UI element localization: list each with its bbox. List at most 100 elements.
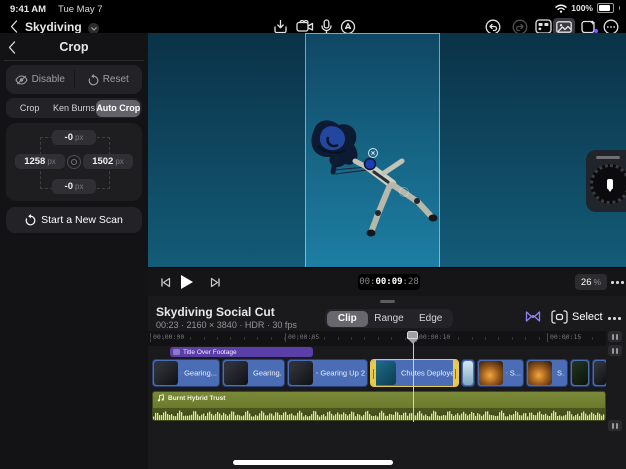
crop-panel: Crop Disable Reset Crop Ken Burns Auto C… bbox=[0, 33, 149, 469]
timeline-drag-handle[interactable] bbox=[380, 300, 395, 303]
clip-thumbnail bbox=[154, 361, 178, 385]
status-date: Tue May 7 bbox=[58, 4, 103, 15]
clip-label: Gearing... bbox=[181, 369, 217, 378]
timeline-clip[interactable] bbox=[570, 359, 590, 387]
ruler-minor-tick bbox=[203, 337, 205, 340]
tab-auto-crop[interactable]: Auto Crop bbox=[96, 99, 141, 117]
crop-left-field[interactable]: 1258 px bbox=[15, 154, 65, 169]
title-clip[interactable]: Title Over Footage bbox=[170, 347, 313, 357]
ruler-minor-tick bbox=[217, 337, 218, 340]
disable-button[interactable]: Disable bbox=[6, 65, 74, 94]
playhead-handle[interactable] bbox=[407, 331, 418, 344]
photo-icon bbox=[556, 20, 572, 33]
timeline-clip[interactable]: Gearing Up 2 bbox=[287, 359, 368, 387]
ruler-minor-tick bbox=[578, 337, 580, 340]
crop-top-field[interactable]: -0 px bbox=[52, 130, 96, 145]
ruler-minor-tick bbox=[364, 337, 366, 340]
ruler-minor-tick bbox=[418, 337, 419, 340]
tab-edge[interactable]: Edge bbox=[410, 311, 452, 327]
clip-settings-icon[interactable] bbox=[535, 19, 552, 34]
ruler-tick: 00:00:00 bbox=[150, 333, 184, 342]
camera-icon[interactable] bbox=[296, 19, 314, 34]
ruler-minor-tick bbox=[565, 337, 567, 340]
track-control-icon[interactable] bbox=[608, 331, 622, 342]
crop-bottom-value: -0 bbox=[64, 181, 73, 192]
import-icon[interactable] bbox=[273, 19, 288, 34]
track-control-icon[interactable] bbox=[608, 420, 622, 431]
clip-label: Gearing... bbox=[253, 368, 282, 378]
timeline-clip[interactable]: Chutes Deployed bbox=[370, 359, 459, 387]
timeline-clip[interactable] bbox=[592, 359, 606, 387]
unit-label: px bbox=[75, 182, 84, 191]
disable-label: Disable bbox=[31, 74, 65, 85]
timeline-clip[interactable]: Gearing... bbox=[222, 359, 285, 387]
unit-label: px bbox=[47, 157, 56, 166]
ruler-minor-tick bbox=[485, 337, 486, 340]
jog-wheel[interactable] bbox=[590, 164, 626, 204]
audio-clip-label: Burnt Hybrid Trust bbox=[168, 394, 226, 402]
viewer-more-button[interactable] bbox=[611, 281, 624, 284]
ruler-minor-tick bbox=[163, 337, 165, 340]
viewer[interactable] bbox=[148, 33, 626, 267]
disable-reset-group: Disable Reset bbox=[6, 65, 142, 94]
reset-button[interactable]: Reset bbox=[75, 65, 143, 94]
timeline-title: Skydiving Social Cut bbox=[156, 305, 275, 319]
zoom-value: 26 bbox=[580, 276, 592, 288]
ruler-tick: 00:00:05 bbox=[285, 333, 319, 342]
tab-crop[interactable]: Crop bbox=[8, 100, 52, 117]
clip-thumbnail bbox=[572, 361, 588, 385]
back-chevron-icon[interactable] bbox=[10, 20, 18, 33]
audio-waveform bbox=[153, 410, 605, 420]
skydiver-image bbox=[311, 120, 438, 237]
trim-handle-right[interactable] bbox=[453, 360, 458, 386]
timeline-ruler[interactable]: 00:00:0000:00:0500:00:1000:00:15 bbox=[148, 331, 606, 346]
timecode-frames: :28 bbox=[402, 277, 419, 287]
next-frame-icon[interactable] bbox=[210, 277, 221, 288]
eye-off-icon bbox=[14, 74, 28, 85]
timeline-more-button[interactable] bbox=[608, 317, 621, 320]
crop-bottom-field[interactable]: -0 px bbox=[52, 179, 96, 194]
track-control-icon[interactable] bbox=[608, 345, 622, 356]
jog-wheel-panel[interactable] bbox=[586, 150, 626, 212]
trim-handle-left[interactable] bbox=[371, 360, 376, 386]
timecode-hours: 00: bbox=[359, 277, 376, 287]
drag-handle[interactable] bbox=[596, 156, 620, 159]
timeline-clip[interactable] bbox=[461, 359, 475, 387]
home-indicator[interactable] bbox=[233, 460, 393, 465]
crop-mask-left bbox=[148, 33, 305, 267]
play-button[interactable] bbox=[181, 275, 193, 289]
ruler-minor-tick bbox=[150, 337, 151, 340]
select-button[interactable]: Select bbox=[572, 311, 603, 323]
camera-icon bbox=[316, 372, 319, 374]
rescan-icon bbox=[25, 214, 36, 226]
clip-brackets-icon[interactable] bbox=[551, 310, 568, 324]
reset-icon bbox=[88, 73, 99, 85]
clip-label: Chutes Deployed bbox=[401, 368, 456, 378]
timeline-clip[interactable]: S... bbox=[526, 359, 568, 387]
timecode-display[interactable]: 00: 00:09:28 bbox=[358, 274, 420, 290]
tab-ken-burns[interactable]: Ken Burns bbox=[52, 100, 96, 117]
connections-icon[interactable] bbox=[525, 309, 541, 324]
ruler-minor-tick bbox=[525, 337, 527, 340]
viewer-zoom-control[interactable]: 26 % bbox=[575, 274, 607, 290]
clip-thumbnail bbox=[479, 361, 503, 385]
crop-right-field[interactable]: 1502 px bbox=[83, 154, 133, 169]
previous-frame-icon[interactable] bbox=[160, 277, 171, 288]
start-new-scan-button[interactable]: Start a New Scan bbox=[6, 207, 142, 233]
link-icon[interactable] bbox=[67, 155, 81, 169]
crop-right-value: 1502 bbox=[92, 156, 114, 167]
title-clip-label: Title Over Footage bbox=[183, 348, 237, 356]
tab-range[interactable]: Range bbox=[368, 311, 410, 327]
project-title[interactable]: Skydiving bbox=[25, 20, 82, 34]
timeline-edge-controls bbox=[606, 331, 626, 455]
timeline-clip[interactable]: S... bbox=[477, 359, 524, 387]
ruler-minor-tick bbox=[391, 337, 393, 340]
timecode-main: 00:09 bbox=[375, 277, 403, 287]
crop-region[interactable] bbox=[305, 33, 440, 267]
audio-clip-label-row: Burnt Hybrid Trust bbox=[157, 394, 225, 402]
ruler-minor-tick bbox=[592, 337, 594, 340]
playhead-line[interactable] bbox=[412, 331, 414, 422]
audio-clip[interactable]: Burnt Hybrid Trust bbox=[152, 391, 606, 421]
tab-clip[interactable]: Clip bbox=[326, 310, 369, 327]
timeline-clip[interactable]: Gearing... bbox=[152, 359, 220, 387]
